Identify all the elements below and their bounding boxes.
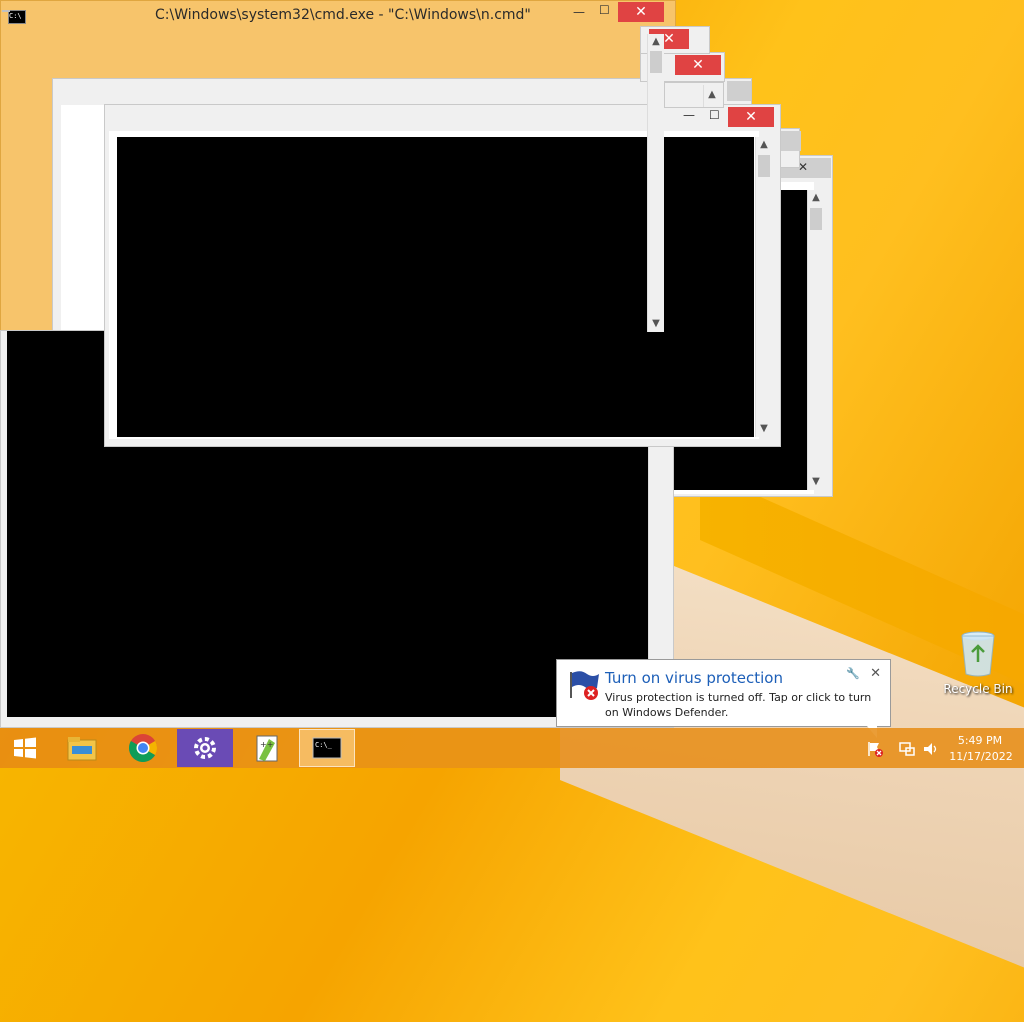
svg-text:C:\_: C:\_ — [315, 741, 333, 749]
clock-time[interactable]: 5:49 PM — [950, 734, 1010, 747]
notification-body: Virus protection is turned off. Tap or c… — [605, 691, 872, 719]
taskbar-cmd[interactable]: C:\_ — [299, 729, 355, 767]
minimize-icon[interactable]: — — [573, 5, 585, 19]
cmd-app-icon[interactable]: C:\ — [8, 10, 26, 24]
taskbar-file-explorer[interactable] — [54, 729, 110, 767]
scroll-up-icon[interactable]: ▲ — [808, 190, 824, 206]
notification-close-icon[interactable]: ✕ — [870, 666, 881, 681]
defender-notification[interactable]: Turn on virus protection 🔧 ✕ Virus prote… — [556, 659, 891, 738]
scroll-thumb[interactable] — [758, 155, 770, 177]
close-button-grayed[interactable] — [727, 81, 751, 101]
close-button[interactable]: ✕ — [728, 107, 774, 127]
scroll-thumb[interactable] — [650, 51, 662, 73]
recycle-bin-label: Recycle Bin — [943, 682, 1013, 696]
scroll-up-icon[interactable]: ▲ — [756, 137, 772, 153]
text-cursor — [2, 10, 10, 12]
network-icon[interactable] — [898, 740, 916, 758]
notepad-plus-plus-icon: ++ — [256, 735, 278, 762]
cmd-icon: C:\_ — [312, 737, 342, 759]
maximize-icon[interactable]: ☐ — [599, 3, 610, 17]
scroll-up-icon[interactable]: ▲ — [704, 87, 720, 103]
taskbar-notepad-plus-plus[interactable]: ++ — [239, 729, 295, 767]
recycle-bin-icon — [961, 631, 995, 677]
defender-tray-icon[interactable] — [866, 740, 884, 758]
close-button[interactable]: ✕ — [675, 55, 721, 75]
scroll-up-icon[interactable]: ▲ — [648, 34, 664, 50]
close-button[interactable]: ✕ — [618, 2, 664, 22]
maximize-icon[interactable]: ☐ — [709, 108, 720, 122]
vertical-scrollbar[interactable]: ▲ — [703, 85, 720, 107]
warning-flag-icon — [570, 671, 599, 700]
vertical-scrollbar[interactable]: ▲ ▼ — [755, 137, 772, 437]
scroll-down-icon[interactable]: ▼ — [648, 316, 664, 332]
vertical-scrollbar[interactable]: ▲ ▼ — [807, 190, 824, 490]
taskbar-settings[interactable] — [177, 729, 233, 767]
taskbar-chrome[interactable] — [115, 729, 171, 767]
start-button[interactable] — [0, 729, 50, 767]
cmd-window-middle[interactable]: — ☐ ✕ ▲ ▼ — [104, 104, 781, 447]
minimize-icon[interactable]: — — [683, 108, 695, 122]
taskbar: ++ C:\_ 5:49 PM 11/17/2022 — [0, 728, 1024, 768]
cmd-window-bg-6[interactable]: ▲ — [664, 82, 724, 108]
gear-icon — [194, 737, 216, 759]
scroll-thumb[interactable] — [810, 208, 822, 230]
windows-logo-icon — [14, 737, 36, 759]
title-bar[interactable]: C:\ C:\Windows\system32\cmd.exe - "C:\Wi… — [0, 0, 1024, 32]
notification-title: Turn on virus protection — [605, 669, 783, 687]
clock-date[interactable]: 11/17/2022 — [948, 750, 1014, 763]
vertical-scrollbar[interactable]: ▲ ▼ — [647, 34, 664, 332]
window-title: C:\Windows\system32\cmd.exe - "C:\Window… — [155, 7, 531, 23]
svg-text:++: ++ — [260, 740, 273, 749]
scroll-down-icon[interactable]: ▼ — [756, 421, 772, 437]
scroll-down-icon[interactable]: ▼ — [808, 474, 824, 490]
folder-icon — [67, 737, 97, 761]
chrome-icon — [129, 734, 157, 762]
volume-icon[interactable] — [922, 740, 940, 758]
recycle-bin[interactable]: Recycle Bin — [938, 628, 1018, 696]
pin-icon[interactable]: 🔧 — [846, 667, 860, 680]
